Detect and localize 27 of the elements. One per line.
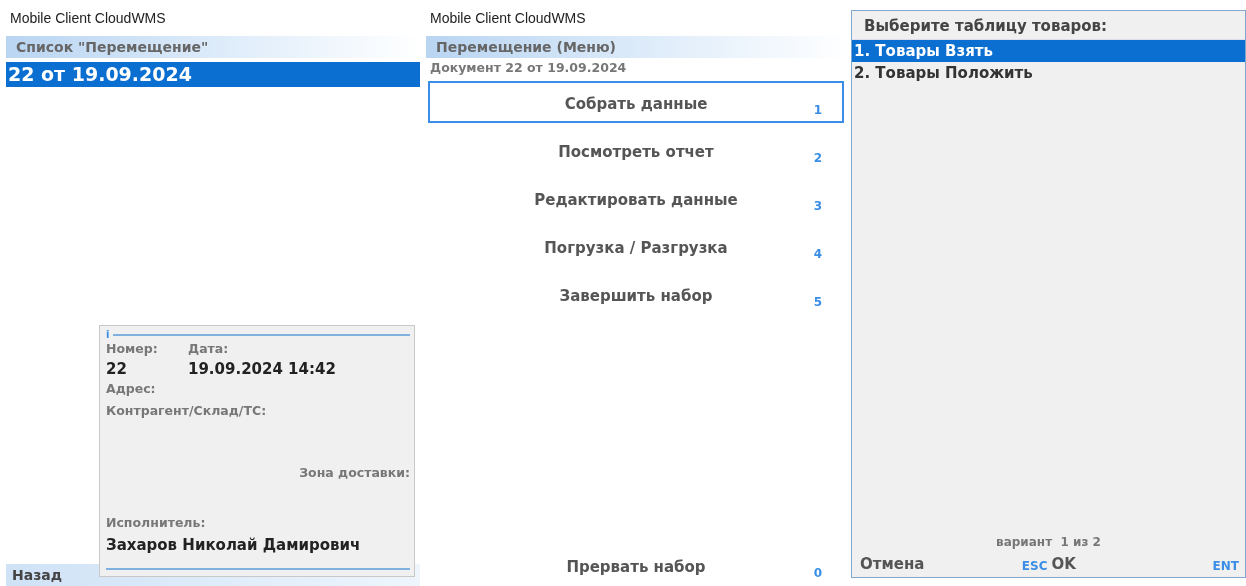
shortcut-key: 4 [813, 247, 822, 261]
executor-value: Захаров Николай Дамирович [106, 535, 362, 556]
number-value: 22 [106, 359, 128, 380]
shortcut-key: 3 [813, 199, 822, 213]
app-title: Mobile Client CloudWMS [429, 9, 587, 26]
back-button[interactable]: Назад [12, 567, 63, 583]
counterparty-label: Контрагент/Склад/ТС: [106, 402, 268, 420]
date-label: Дата: [188, 340, 230, 358]
option-counter: вариант 1 из 2 [995, 535, 1102, 549]
document-subtitle: Документ 22 от 19.09.2024 [430, 60, 628, 75]
dialog-button[interactable]: OK ENT [1049, 555, 1241, 573]
executor-label: Исполнитель: [106, 514, 207, 532]
info-marker: i [106, 330, 110, 340]
shortcut-key: 1 [813, 103, 822, 117]
option-item[interactable]: 2. Товары Положить [852, 62, 1245, 84]
zone-label: Зона доставки: [298, 464, 410, 482]
app-title: Mobile Client CloudWMS [9, 9, 167, 26]
list-item[interactable]: 22 от 19.09.2024 [6, 62, 420, 87]
shortcut-key: 0 [813, 566, 822, 580]
address-label: Адрес: [106, 380, 157, 398]
option-item[interactable]: 1. Товары Взять [852, 40, 1245, 62]
date-value: 19.09.2024 14:42 [188, 359, 337, 380]
menu-button[interactable]: Собрать данные 1 [428, 81, 844, 123]
shortcut-key: 5 [813, 295, 822, 309]
shortcut-key: 2 [813, 151, 822, 165]
dialog-button[interactable]: Отмена ESC [858, 555, 1050, 573]
number-label: Номер: [106, 340, 159, 358]
